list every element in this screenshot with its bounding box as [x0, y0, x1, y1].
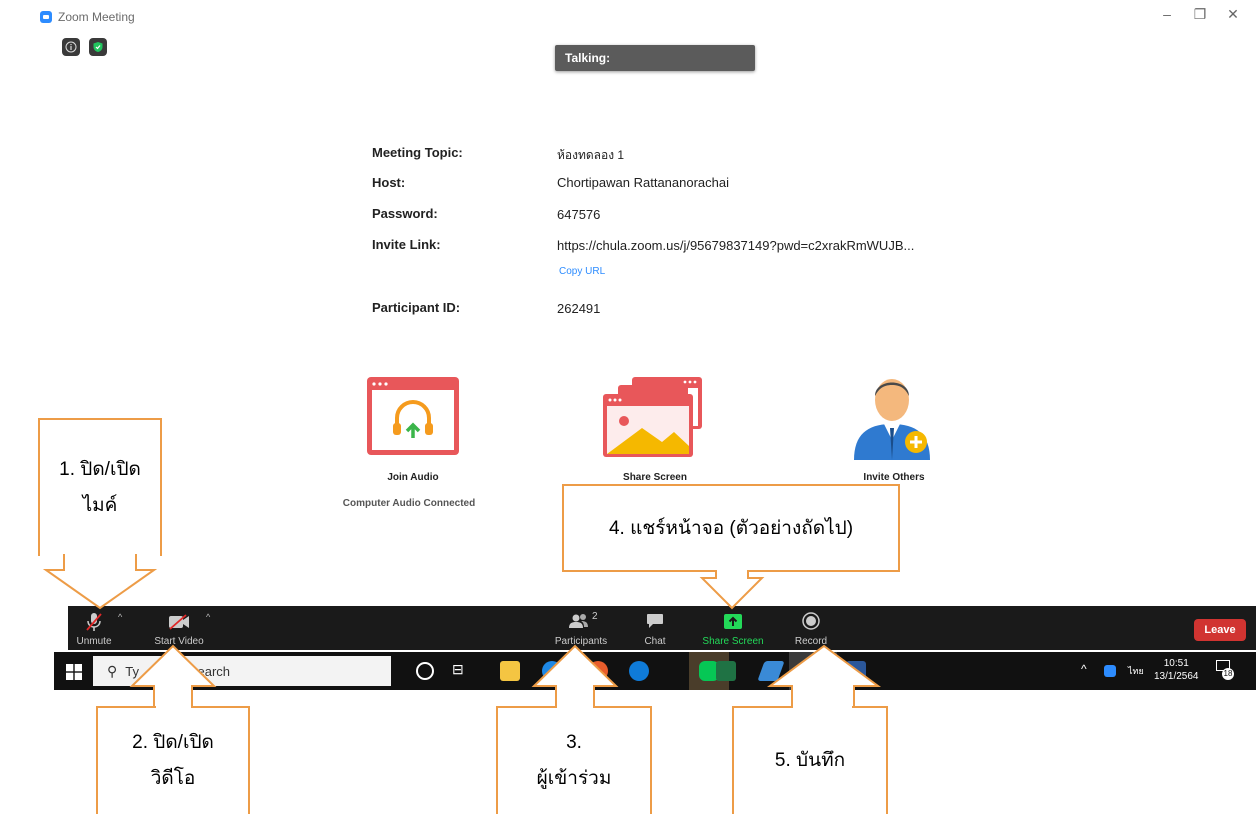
invite-others-label[interactable]: Invite Others [814, 472, 974, 483]
meeting-topic-label: Meeting Topic: [372, 145, 463, 160]
participant-id-value: 262491 [557, 301, 601, 316]
video-options-caret-icon[interactable]: ^ [206, 612, 210, 622]
language-indicator[interactable]: ไทย [1128, 664, 1144, 678]
audio-options-caret-icon[interactable]: ^ [118, 612, 122, 622]
excel-icon[interactable] [716, 661, 736, 681]
callout-video: 2. ปิด/เปิด วิดีโอ [96, 708, 250, 814]
participant-id-label: Participant ID: [372, 300, 461, 315]
invite-link-value: https://chula.zoom.us/j/95679837149?pwd=… [557, 238, 915, 253]
chat-icon [647, 614, 663, 628]
microphone-muted-icon [86, 613, 102, 631]
record-icon [802, 612, 820, 630]
callout-mic: 1. ปิด/เปิด ไมค์ [38, 418, 162, 556]
share-screen-arrow-icon [724, 614, 742, 629]
show-hidden-icons-caret-icon[interactable]: ^ [1081, 662, 1087, 676]
host-label: Host: [372, 175, 406, 190]
invite-others-icon[interactable] [850, 372, 934, 460]
share-screen-icon[interactable] [602, 376, 704, 458]
callout-record: 5. บันทึก [732, 708, 888, 814]
meeting-topic-value: ห้องทดลอง 1 [557, 148, 625, 162]
close-button[interactable]: ✕ [1221, 6, 1245, 23]
share-screen-label[interactable]: Share Screen [575, 472, 735, 483]
callout-share-screen-arrow [699, 570, 765, 610]
callout-video-arrow [129, 644, 217, 710]
task-view-icon[interactable]: ⊟ [452, 661, 464, 678]
password-value: 647576 [557, 207, 601, 222]
callout-share-screen: 4. แชร์หน้าจอ (ตัวอย่างถัดไป) [562, 484, 900, 572]
host-value: Chortipawan Rattananorachai [557, 175, 729, 190]
notification-center-icon[interactable]: 18 [1216, 660, 1234, 680]
participants-count: 2 [592, 611, 598, 622]
zoom-logo-icon [40, 11, 52, 23]
callout-participants-arrow [531, 644, 619, 710]
window-title: Zoom Meeting [40, 10, 135, 24]
join-audio-icon[interactable] [366, 376, 460, 456]
audio-status-label: Computer Audio Connected [342, 498, 476, 509]
zoom-tray-icon[interactable] [1104, 665, 1116, 677]
minimize-button[interactable]: – [1155, 6, 1179, 22]
copy-url-link[interactable]: Copy URL [559, 266, 605, 277]
join-audio-label[interactable]: Join Audio [333, 472, 493, 483]
restore-button[interactable]: ❐ [1188, 6, 1212, 23]
encryption-shield-icon[interactable] [89, 38, 107, 56]
windows-start-icon[interactable] [66, 664, 82, 680]
participants-icon [569, 614, 588, 628]
callout-record-arrow [766, 644, 882, 710]
leave-button[interactable]: Leave [1194, 619, 1246, 641]
callout-participants: 3. ผู้เข้าร่วม [496, 708, 652, 814]
taskbar-clock[interactable]: 10:51 13/1/2564 [1154, 657, 1199, 683]
camera-off-icon [169, 614, 189, 630]
cortana-icon[interactable] [416, 662, 434, 680]
callout-mic-arrow [42, 554, 158, 610]
password-label: Password: [372, 206, 438, 221]
info-icon[interactable] [62, 38, 80, 56]
talking-indicator: Talking: [555, 45, 755, 71]
invite-link-label: Invite Link: [372, 237, 441, 252]
